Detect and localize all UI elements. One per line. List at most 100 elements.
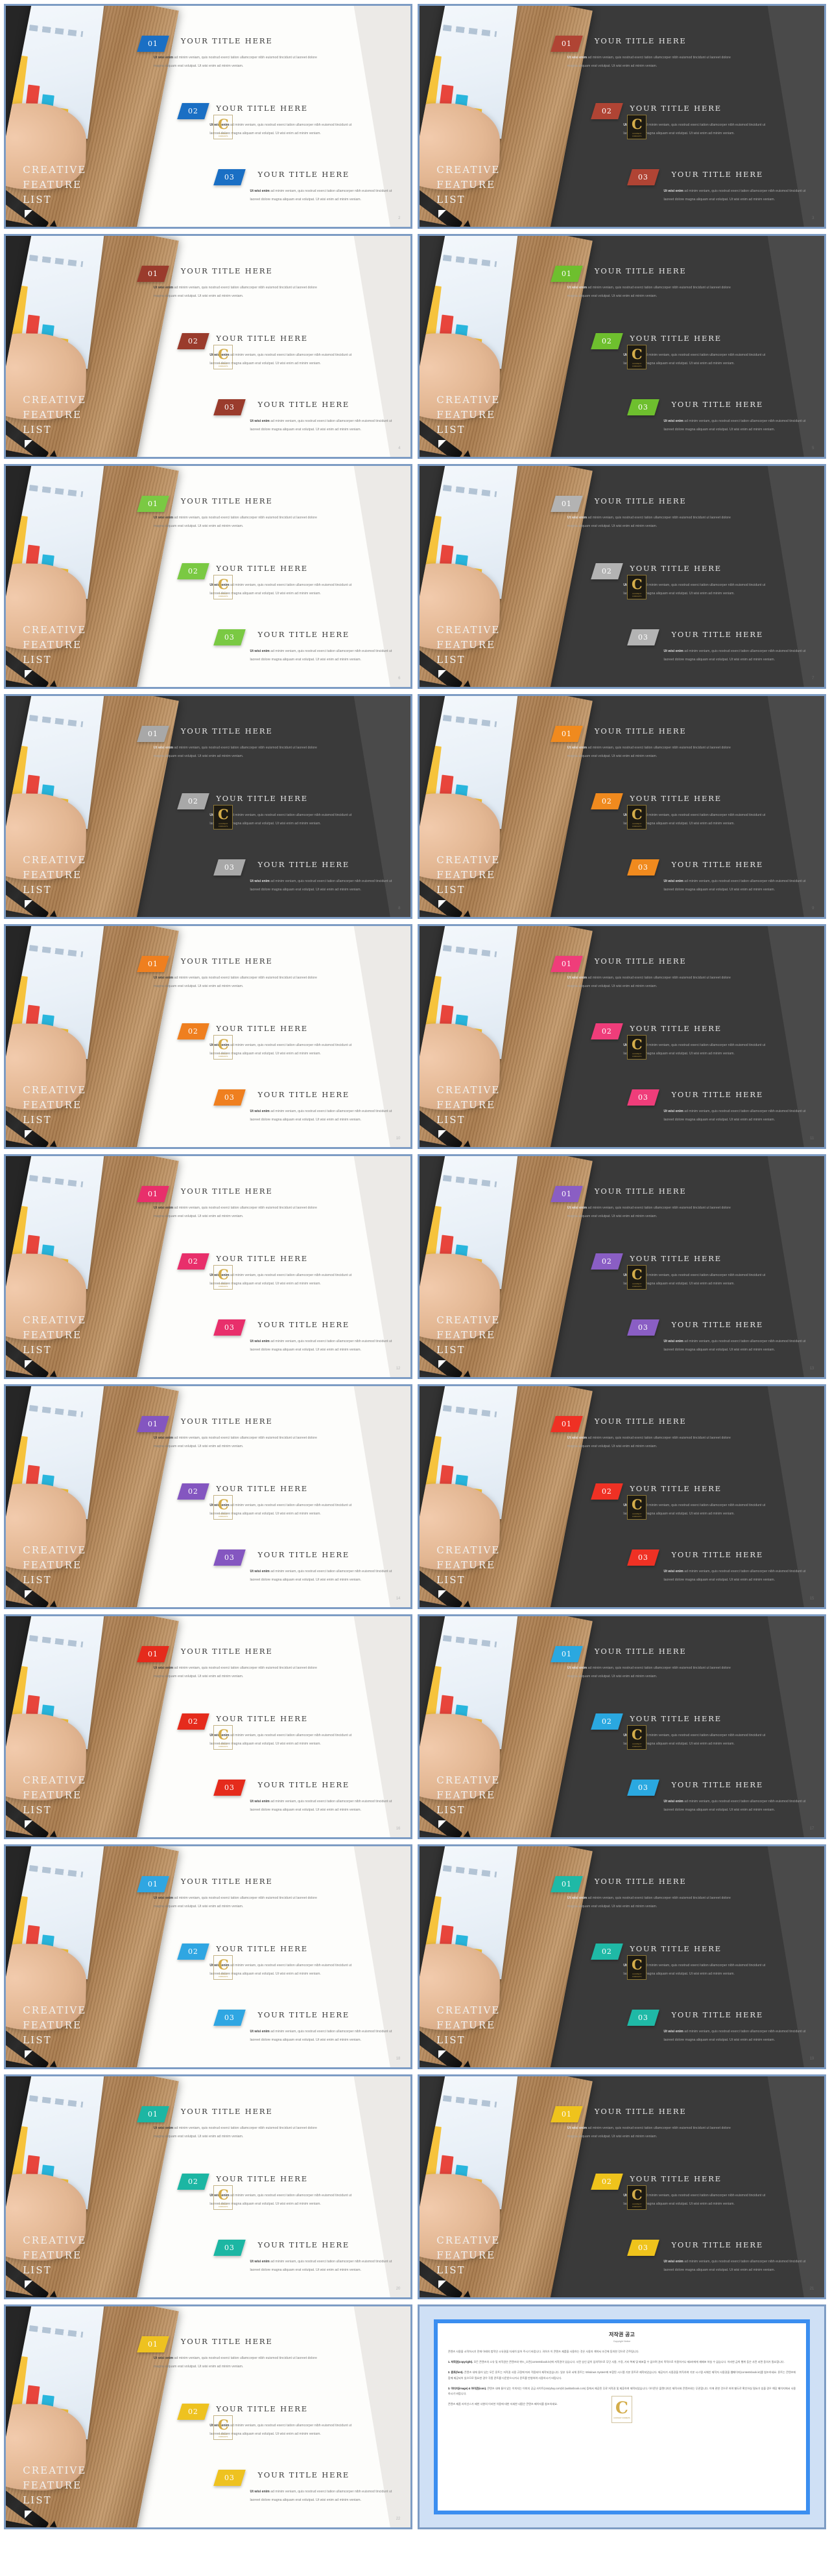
feature-item-03[interactable]: 03 YOUR TITLE HERE Ut wisi enim ad minim… — [213, 629, 392, 662]
feature-number-badge[interactable]: 01 — [137, 956, 169, 973]
slide-thumbnail[interactable]: CREATIVE FEATURE LIST 01 YOUR TITLE HERE U… — [4, 2304, 412, 2529]
feature-item-03[interactable]: 03 YOUR TITLE HERE Ut wisi enim ad minim… — [627, 1549, 805, 1582]
feature-number-badge[interactable]: 01 — [137, 1876, 169, 1893]
feature-number-badge[interactable]: 02 — [177, 2174, 210, 2190]
slide-thumbnail[interactable]: CREATIVE FEATURE LIST 01 YOUR TITLE HERE U… — [418, 924, 826, 1149]
feature-number-badge[interactable]: 02 — [591, 1023, 624, 1040]
feature-item-02[interactable]: 02 C CONTENT FORMATS YOUR TITLE HERE Ut … — [177, 1023, 351, 1060]
feature-number-badge[interactable]: 01 — [551, 266, 583, 283]
slide-thumbnail[interactable]: CREATIVE FEATURE LIST 01 YOUR TITLE HERE U… — [418, 1154, 826, 1379]
feature-item-03[interactable]: 03 YOUR TITLE HERE Ut wisi enim ad minim… — [627, 169, 805, 202]
feature-item-02[interactable]: 02 C CONTENT FORMATS YOUR TITLE HERE Ut … — [591, 793, 765, 830]
feature-item-01[interactable]: 01 YOUR TITLE HERE Ut wisi enim ad minim… — [137, 496, 317, 528]
feature-item-01[interactable]: 01 YOUR TITLE HERE Ut wisi enim ad minim… — [551, 266, 731, 298]
slide-thumbnail[interactable]: CREATIVE FEATURE LIST 01 YOUR TITLE HERE U… — [418, 1384, 826, 1609]
feature-item-01[interactable]: 01 YOUR TITLE HERE Ut wisi enim ad minim… — [137, 1186, 317, 1218]
feature-number-badge[interactable]: 01 — [551, 726, 583, 743]
feature-number-badge[interactable]: 01 — [137, 726, 169, 743]
feature-item-01[interactable]: 01 YOUR TITLE HERE Ut wisi enim ad minim… — [551, 2106, 731, 2139]
feature-item-03[interactable]: 03 YOUR TITLE HERE Ut wisi enim ad minim… — [213, 1089, 392, 1122]
feature-number-badge[interactable]: 02 — [591, 1253, 624, 1270]
feature-item-03[interactable]: 03 YOUR TITLE HERE Ut wisi enim ad minim… — [627, 1780, 805, 1812]
feature-number-badge[interactable]: 03 — [627, 859, 660, 876]
slide-thumbnail[interactable]: CREATIVE FEATURE LIST 01 YOUR TITLE HERE U… — [4, 924, 412, 1149]
feature-number-badge[interactable]: 03 — [213, 1780, 246, 1796]
feature-number-badge[interactable]: 02 — [591, 563, 624, 580]
feature-item-03[interactable]: 03 YOUR TITLE HERE Ut wisi enim ad minim… — [627, 2240, 805, 2272]
slide-thumbnail[interactable]: CREATIVE FEATURE LIST 01 YOUR TITLE HERE U… — [418, 1844, 826, 2069]
feature-number-badge[interactable]: 01 — [137, 2106, 169, 2123]
feature-item-03[interactable]: 03 YOUR TITLE HERE Ut wisi enim ad minim… — [213, 1780, 392, 1812]
feature-item-02[interactable]: 02 C CONTENT FORMATS YOUR TITLE HERE Ut … — [591, 1483, 765, 1520]
feature-item-02[interactable]: 02 C CONTENT FORMATS YOUR TITLE HERE Ut … — [591, 563, 765, 600]
feature-number-badge[interactable]: 03 — [213, 1089, 246, 1106]
feature-number-badge[interactable]: 02 — [591, 1944, 624, 1960]
feature-number-badge[interactable]: 01 — [137, 1646, 169, 1663]
feature-number-badge[interactable]: 01 — [551, 1876, 583, 1893]
slide-thumbnail[interactable]: CREATIVE FEATURE LIST 01 YOUR TITLE HERE U… — [418, 1614, 826, 1839]
feature-item-02[interactable]: 02 C CONTENT FORMATS YOUR TITLE HERE Ut … — [591, 103, 765, 140]
slide-thumbnail[interactable]: CREATIVE FEATURE LIST 01 YOUR TITLE HERE U… — [418, 464, 826, 689]
feature-number-badge[interactable]: 03 — [627, 399, 660, 416]
slide-thumbnail[interactable]: CREATIVE FEATURE LIST 01 YOUR TITLE HERE U… — [4, 694, 412, 919]
feature-number-badge[interactable]: 01 — [137, 1186, 169, 1203]
slide-thumbnail[interactable]: CREATIVE FEATURE LIST 01 YOUR TITLE HERE U… — [4, 464, 412, 689]
feature-number-badge[interactable]: 02 — [591, 1713, 624, 1730]
feature-item-01[interactable]: 01 YOUR TITLE HERE Ut wisi enim ad minim… — [137, 726, 317, 758]
feature-item-02[interactable]: 02 C CONTENT FORMATS YOUR TITLE HERE Ut … — [177, 333, 351, 370]
feature-number-badge[interactable]: 01 — [551, 1646, 583, 1663]
feature-item-03[interactable]: 03 YOUR TITLE HERE Ut wisi enim ad minim… — [213, 2240, 392, 2272]
feature-number-badge[interactable]: 03 — [627, 2010, 660, 2026]
feature-number-badge[interactable]: 01 — [137, 36, 169, 52]
feature-number-badge[interactable]: 02 — [177, 1023, 210, 1040]
feature-number-badge[interactable]: 02 — [177, 563, 210, 580]
feature-number-badge[interactable]: 02 — [177, 1713, 210, 1730]
feature-number-badge[interactable]: 01 — [551, 496, 583, 513]
feature-number-badge[interactable]: 03 — [213, 169, 246, 186]
feature-item-02[interactable]: 02 C CONTENT FORMATS YOUR TITLE HERE Ut … — [177, 1483, 351, 1520]
feature-number-badge[interactable]: 01 — [137, 496, 169, 513]
feature-number-badge[interactable]: 03 — [213, 1549, 246, 1566]
feature-item-01[interactable]: 01 YOUR TITLE HERE Ut wisi enim ad minim… — [551, 36, 731, 68]
feature-number-badge[interactable]: 01 — [551, 1186, 583, 1203]
feature-item-01[interactable]: 01 YOUR TITLE HERE Ut wisi enim ad minim… — [137, 266, 317, 298]
feature-item-02[interactable]: 02 C CONTENT FORMATS YOUR TITLE HERE Ut … — [591, 1713, 765, 1750]
feature-number-badge[interactable]: 03 — [627, 169, 660, 186]
feature-item-03[interactable]: 03 YOUR TITLE HERE Ut wisi enim ad minim… — [213, 2010, 392, 2042]
feature-item-02[interactable]: 02 C CONTENT FORMATS YOUR TITLE HERE Ut … — [591, 1023, 765, 1060]
slide-thumbnail[interactable]: CREATIVE FEATURE LIST 01 YOUR TITLE HERE U… — [4, 1384, 412, 1609]
feature-number-badge[interactable]: 02 — [177, 793, 210, 810]
feature-item-01[interactable]: 01 YOUR TITLE HERE Ut wisi enim ad minim… — [551, 1186, 731, 1218]
feature-number-badge[interactable]: 02 — [591, 333, 624, 350]
feature-item-03[interactable]: 03 YOUR TITLE HERE Ut wisi enim ad minim… — [627, 2010, 805, 2042]
slide-thumbnail[interactable]: CREATIVE FEATURE LIST 01 YOUR TITLE HERE U… — [418, 694, 826, 919]
feature-item-01[interactable]: 01 YOUR TITLE HERE Ut wisi enim ad minim… — [137, 1646, 317, 1678]
feature-number-badge[interactable]: 03 — [627, 2240, 660, 2257]
feature-item-03[interactable]: 03 YOUR TITLE HERE Ut wisi enim ad minim… — [627, 629, 805, 662]
feature-item-02[interactable]: 02 C CONTENT FORMATS YOUR TITLE HERE Ut … — [591, 1253, 765, 1290]
feature-item-02[interactable]: 02 C CONTENT FORMATS YOUR TITLE HERE Ut … — [177, 1944, 351, 1980]
feature-item-03[interactable]: 03 YOUR TITLE HERE Ut wisi enim ad minim… — [213, 1319, 392, 1352]
feature-item-01[interactable]: 01 YOUR TITLE HERE Ut wisi enim ad minim… — [137, 956, 317, 988]
feature-number-badge[interactable]: 03 — [213, 399, 246, 416]
feature-number-badge[interactable]: 03 — [213, 629, 246, 646]
feature-item-03[interactable]: 03 YOUR TITLE HERE Ut wisi enim ad minim… — [627, 1089, 805, 1122]
feature-item-01[interactable]: 01 YOUR TITLE HERE Ut wisi enim ad minim… — [551, 1416, 731, 1448]
feature-item-02[interactable]: 02 C CONTENT FORMATS YOUR TITLE HERE Ut … — [591, 333, 765, 370]
feature-number-badge[interactable]: 02 — [591, 793, 624, 810]
feature-number-badge[interactable]: 02 — [177, 1253, 210, 1270]
slide-thumbnail[interactable]: CREATIVE FEATURE LIST 01 YOUR TITLE HERE U… — [4, 1844, 412, 2069]
feature-item-01[interactable]: 01 YOUR TITLE HERE Ut wisi enim ad minim… — [137, 1416, 317, 1448]
copyright-notice-slide[interactable]: 저작권 공고 Copyright Notice 콘텐츠 사용을 시작하시기 전에… — [418, 2304, 826, 2529]
feature-number-badge[interactable]: 03 — [213, 2240, 246, 2257]
feature-item-03[interactable]: 03 YOUR TITLE HERE Ut wisi enim ad minim… — [213, 169, 392, 202]
slide-thumbnail[interactable]: CREATIVE FEATURE LIST 01 YOUR TITLE HERE U… — [418, 2074, 826, 2299]
feature-item-01[interactable]: 01 YOUR TITLE HERE Ut wisi enim ad minim… — [551, 726, 731, 758]
feature-number-badge[interactable]: 02 — [177, 103, 210, 120]
feature-number-badge[interactable]: 01 — [137, 1416, 169, 1433]
feature-item-01[interactable]: 01 YOUR TITLE HERE Ut wisi enim ad minim… — [551, 496, 731, 528]
feature-number-badge[interactable]: 03 — [627, 1089, 660, 1106]
feature-item-01[interactable]: 01 YOUR TITLE HERE Ut wisi enim ad minim… — [137, 2336, 317, 2369]
feature-number-badge[interactable]: 01 — [551, 36, 583, 52]
feature-number-badge[interactable]: 03 — [627, 629, 660, 646]
